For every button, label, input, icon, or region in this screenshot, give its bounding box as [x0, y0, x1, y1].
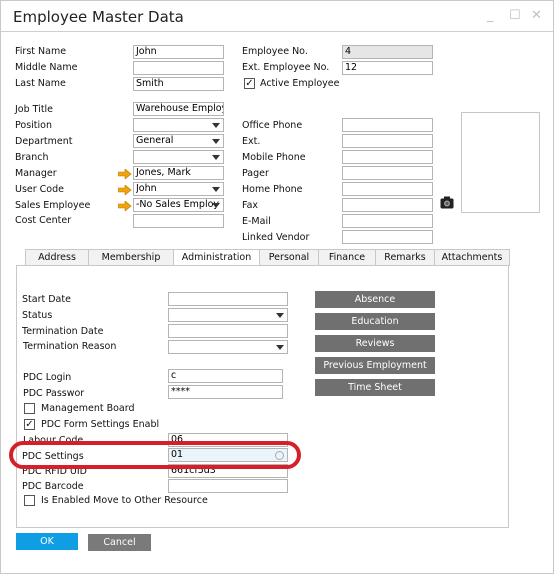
highlight-annotation-oval — [9, 441, 301, 469]
branch-label: Branch — [15, 152, 49, 163]
link-arrow-icon[interactable] — [118, 185, 132, 195]
cost-center-field[interactable] — [133, 214, 224, 228]
ok-button[interactable]: OK — [16, 533, 78, 550]
office-phone-label: Office Phone — [242, 120, 303, 131]
first-name-field[interactable]: John — [133, 45, 224, 59]
home-phone-label: Home Phone — [242, 184, 303, 195]
pdc-login-label: PDC Login — [23, 372, 72, 383]
fax-label: Fax — [242, 200, 259, 211]
first-name-label: First Name — [15, 46, 67, 57]
manager-field[interactable]: Jones, Mark — [133, 166, 224, 180]
maximize-icon[interactable]: ☐ — [509, 8, 521, 23]
move-to-other-resource-checkbox[interactable] — [24, 495, 35, 506]
chevron-down-icon — [276, 345, 284, 350]
termination-reason-label: Termination Reason — [23, 341, 117, 352]
job-title-field[interactable]: Warehouse Employ — [133, 102, 224, 116]
middle-name-field[interactable] — [133, 61, 224, 75]
termination-date-field[interactable] — [168, 324, 288, 338]
manager-label: Manager — [15, 168, 57, 179]
ext-employee-no-field[interactable]: 12 — [342, 61, 433, 75]
pdc-barcode-field[interactable] — [168, 479, 288, 493]
last-name-field[interactable]: Smith — [133, 77, 224, 91]
window-title: Employee Master Data — [13, 8, 184, 26]
tab-membership[interactable]: Membership — [89, 249, 174, 266]
position-dropdown[interactable] — [133, 118, 224, 132]
linked-vendor-field[interactable] — [342, 230, 433, 244]
pager-field[interactable] — [342, 166, 433, 180]
pdc-login-field[interactable]: c — [168, 369, 283, 383]
fax-field[interactable] — [342, 198, 433, 212]
employee-master-data-window: Employee Master Data _ ☐ ✕ First Name Jo… — [0, 0, 554, 574]
linked-vendor-label: Linked Vendor — [242, 232, 310, 243]
department-dropdown[interactable]: General — [133, 134, 224, 148]
reviews-button[interactable]: Reviews — [315, 335, 435, 352]
home-phone-field[interactable] — [342, 182, 433, 196]
move-to-other-resource-label: Is Enabled Move to Other Resource — [41, 495, 208, 506]
employee-photo[interactable] — [461, 112, 540, 213]
tab-remarks[interactable]: Remarks — [376, 249, 435, 266]
tab-finance[interactable]: Finance — [319, 249, 376, 266]
sales-employee-dropdown[interactable]: -No Sales Employ — [133, 198, 224, 212]
cancel-button[interactable]: Cancel — [88, 534, 151, 551]
user-code-dropdown[interactable]: John — [133, 182, 224, 196]
ext-label: Ext. — [242, 136, 261, 147]
close-icon[interactable]: ✕ — [531, 8, 542, 23]
user-code-label: User Code — [15, 184, 64, 195]
status-dropdown[interactable] — [168, 308, 288, 322]
mobile-phone-field[interactable] — [342, 150, 433, 164]
pdc-password-label: PDC Passwor — [23, 388, 85, 399]
branch-dropdown[interactable] — [133, 150, 224, 164]
title-bar: Employee Master Data _ ☐ ✕ — [1, 1, 553, 32]
active-employee-checkbox[interactable]: ✓ — [244, 78, 255, 89]
pdc-password-field[interactable]: **** — [168, 385, 283, 399]
chevron-down-icon — [212, 123, 220, 128]
last-name-label: Last Name — [15, 78, 66, 89]
previous-employment-button[interactable]: Previous Employment — [315, 357, 435, 374]
office-phone-field[interactable] — [342, 118, 433, 132]
department-label: Department — [15, 136, 73, 147]
tab-address[interactable]: Address — [25, 249, 89, 266]
position-label: Position — [15, 120, 52, 131]
pdc-form-settings-label: PDC Form Settings Enabl — [41, 419, 160, 430]
termination-date-label: Termination Date — [22, 326, 104, 337]
pdc-barcode-label: PDC Barcode — [22, 481, 84, 492]
chevron-down-icon — [212, 187, 220, 192]
tab-bar: Address Membership Administration Person… — [25, 249, 510, 267]
start-date-label: Start Date — [22, 294, 71, 305]
cost-center-label: Cost Center — [15, 215, 72, 226]
pager-label: Pager — [242, 168, 269, 179]
chevron-down-icon — [212, 203, 220, 208]
tab-personal[interactable]: Personal — [260, 249, 319, 266]
email-label: E-Mail — [242, 216, 271, 227]
employee-no-field: 4 — [342, 45, 433, 59]
tab-attachments[interactable]: Attachments — [435, 249, 510, 266]
pdc-form-settings-checkbox[interactable]: ✓ — [24, 419, 35, 430]
management-board-checkbox[interactable] — [24, 403, 35, 414]
termination-reason-dropdown[interactable] — [168, 340, 288, 354]
email-field[interactable] — [342, 214, 433, 228]
job-title-label: Job Title — [15, 104, 54, 115]
link-arrow-icon[interactable] — [118, 201, 132, 211]
ext-field[interactable] — [342, 134, 433, 148]
status-label: Status — [22, 310, 53, 321]
link-arrow-icon[interactable] — [118, 169, 132, 179]
employee-no-label: Employee No. — [242, 46, 308, 57]
time-sheet-button[interactable]: Time Sheet — [315, 379, 435, 396]
middle-name-label: Middle Name — [15, 62, 78, 73]
sales-employee-label: Sales Employee — [15, 200, 91, 211]
chevron-down-icon — [276, 313, 284, 318]
management-board-label: Management Board — [41, 403, 135, 414]
absence-button[interactable]: Absence — [315, 291, 435, 308]
ext-employee-no-label: Ext. Employee No. — [242, 62, 330, 73]
active-employee-label: Active Employee — [260, 78, 340, 89]
chevron-down-icon — [212, 139, 220, 144]
chevron-down-icon — [212, 155, 220, 160]
mobile-phone-label: Mobile Phone — [242, 152, 306, 163]
camera-icon[interactable] — [440, 196, 454, 209]
start-date-field[interactable] — [168, 292, 288, 306]
education-button[interactable]: Education — [315, 313, 435, 330]
minimize-icon[interactable]: _ — [487, 8, 494, 23]
